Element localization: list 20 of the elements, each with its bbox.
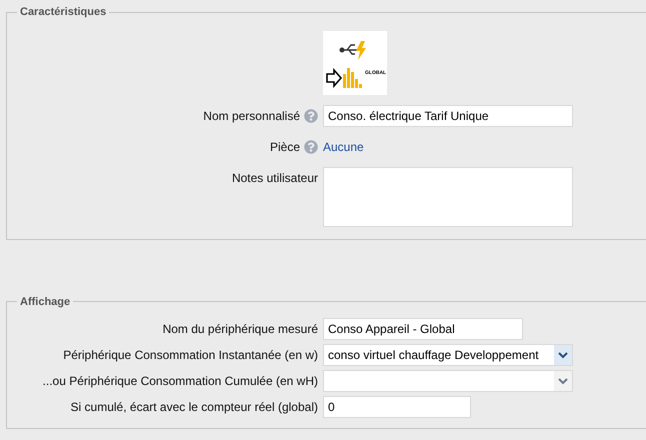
dropdown-field[interactable] [323, 370, 573, 392]
field-label: Pièce [270, 138, 300, 156]
section-title: Affichage [19, 294, 72, 310]
text-field[interactable]: Conso. électrique Tarif Unique [323, 104, 573, 126]
field-label: Nom personnalisé [203, 108, 300, 124]
dropdown-field[interactable]: conso virtuel chauffage Developpement [323, 344, 573, 366]
field-label: Périphérique Consommation Instantanée (en w) [63, 347, 318, 364]
field-label: ...ou Périphérique Consommation Cumulée (en wH) [42, 373, 318, 390]
dropdown-value: conso virtuel chauffage Developpement [327, 347, 540, 364]
usb-bolt-icon [339, 38, 369, 60]
notes-field[interactable] [323, 166, 573, 226]
room-link[interactable]: Aucune [323, 136, 364, 158]
section-title: Caractéristiques [19, 5, 108, 20]
field-label: Nom du périphérique mesuré [162, 321, 318, 338]
text-field[interactable]: Conso Appareil - Global [323, 318, 523, 340]
field-label: Notes utilisateur [232, 170, 318, 186]
help-icon[interactable] [304, 108, 318, 122]
field-label: Si cumulé, écart avec le compteur réel (global) [70, 399, 318, 416]
text-field[interactable]: 0 [323, 396, 471, 418]
help-icon[interactable] [304, 140, 318, 154]
